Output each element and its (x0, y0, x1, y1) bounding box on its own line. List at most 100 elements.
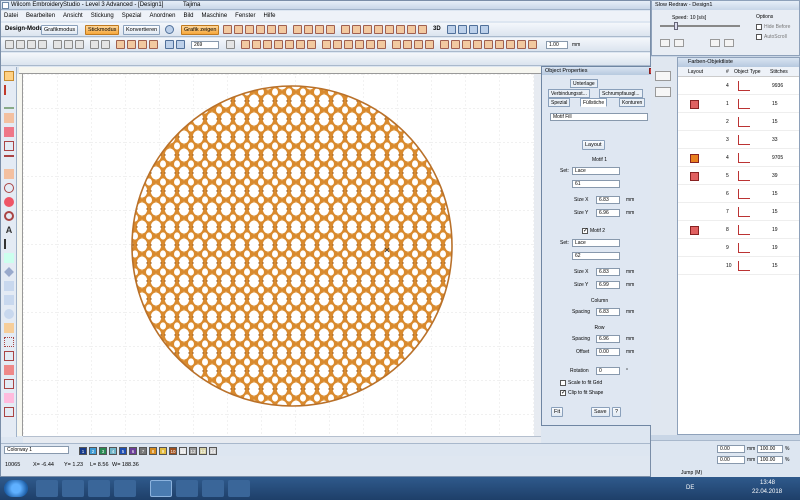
menu-spezial[interactable]: Spezial (122, 13, 142, 19)
measure-icon[interactable] (226, 40, 235, 49)
new-icon[interactable] (5, 40, 14, 49)
pos-x-field[interactable]: 0.00 (717, 445, 745, 453)
help-button[interactable]: ? (612, 407, 622, 417)
fill-type-select[interactable]: Motif Fill (550, 113, 648, 121)
fill-icon-25[interactable] (517, 40, 526, 49)
layout-button[interactable]: Layout (582, 140, 605, 150)
tool-icon-16[interactable] (396, 25, 405, 34)
list-item[interactable]: 2 15 (678, 114, 799, 131)
taskbar-app-wilcom-icon[interactable] (150, 480, 172, 497)
list-item[interactable]: 7 15 (678, 204, 799, 221)
fill-icon-3[interactable] (263, 40, 272, 49)
hide-before-checkbox[interactable] (756, 24, 762, 30)
lace-motif-fill[interactable] (132, 86, 452, 406)
tool-icon-15[interactable] (385, 25, 394, 34)
list-item[interactable]: 5 39 (678, 168, 799, 185)
monogram-icon[interactable] (4, 239, 14, 249)
tab-unterlage[interactable]: Unterlage (570, 79, 598, 88)
color-swatch[interactable]: 7 (139, 447, 147, 455)
fill-icon-13[interactable] (377, 40, 386, 49)
list-item[interactable]: 4 9936 (678, 78, 799, 95)
motif1-set-select[interactable]: Lace (572, 167, 620, 175)
motif1-sizex-field[interactable]: 6.83 (596, 196, 620, 204)
fill-icon-10[interactable] (344, 40, 353, 49)
color-swatch[interactable]: 12 (189, 447, 197, 455)
menu-fenster[interactable]: Fenster (235, 13, 255, 19)
step-forward-button[interactable] (724, 39, 734, 47)
layers-icon[interactable] (4, 393, 14, 403)
color-swatch[interactable]: 1 (79, 447, 87, 455)
tool-icon-4[interactable] (256, 25, 265, 34)
fill-icon-15[interactable] (403, 40, 412, 49)
tool-icon-9[interactable] (315, 25, 324, 34)
cut-icon[interactable] (53, 40, 62, 49)
color-swatch[interactable]: 5 (119, 447, 127, 455)
grid-tool-icon[interactable] (4, 351, 14, 361)
reshape-icon[interactable] (4, 85, 14, 95)
list-item[interactable]: 8 19 (678, 222, 799, 239)
branch-icon[interactable] (4, 407, 14, 417)
zoom-out-icon[interactable] (176, 40, 185, 49)
menu-stickung[interactable]: Stickung (91, 13, 114, 19)
play-button[interactable] (660, 39, 670, 47)
tool-icon-5[interactable] (267, 25, 276, 34)
tool-icon-7[interactable] (293, 25, 302, 34)
color-swatch[interactable]: 3 (99, 447, 107, 455)
fill-icon-16[interactable] (414, 40, 423, 49)
size-field[interactable]: 1.00 (546, 41, 568, 49)
color-swatch[interactable]: 8 (149, 447, 157, 455)
fill-icon-11[interactable] (355, 40, 364, 49)
tab-fuellstiche[interactable]: Füllstiche (580, 98, 608, 107)
taskbar-app-ie-icon[interactable] (36, 480, 58, 497)
tab-spezial[interactable]: Spezial (548, 98, 571, 107)
fill-icon-20[interactable] (462, 40, 471, 49)
complex-fill-icon[interactable] (4, 141, 14, 151)
color-swatch[interactable]: 10 (169, 447, 177, 455)
machine-tab[interactable]: Tajima (183, 2, 200, 8)
menu-maschine[interactable]: Maschine (201, 13, 227, 19)
fill-icon-2[interactable] (252, 40, 261, 49)
oval-tool-icon[interactable] (4, 309, 14, 319)
motif1-sizey-field[interactable]: 6.96 (596, 209, 620, 217)
docker-icon-1[interactable] (655, 71, 671, 81)
lettering-icon[interactable]: A (4, 225, 14, 235)
fill-icon-8[interactable] (322, 40, 331, 49)
knife-icon[interactable] (4, 99, 14, 109)
clip-to-shape-checkbox[interactable] (560, 389, 566, 396)
stop-button[interactable] (674, 39, 684, 47)
docker-icon-2[interactable] (655, 87, 671, 97)
circle-tool-icon[interactable] (4, 183, 14, 193)
color-swatch[interactable]: 13 (199, 447, 207, 455)
stickmodus-button[interactable]: Stickmodus (85, 25, 120, 35)
menu-hilfe[interactable]: Hilfe (264, 13, 276, 19)
motif2-sizey-field[interactable]: 6.99 (596, 281, 620, 289)
pan-icon[interactable] (4, 281, 14, 291)
rotation-field[interactable]: 0 (596, 367, 620, 375)
taskbar-app-explorer-icon[interactable] (62, 480, 84, 497)
color-swatch[interactable]: 14 (209, 447, 217, 455)
tool-icon-2[interactable] (234, 25, 243, 34)
clock-date[interactable]: 22.04.2018 (752, 489, 782, 495)
ring-tool-icon[interactable] (4, 211, 14, 221)
tool-icon-12[interactable] (352, 25, 361, 34)
column-icon[interactable] (4, 127, 14, 137)
step-back-button[interactable] (710, 39, 720, 47)
stitch-icon-3[interactable] (138, 40, 147, 49)
fill-icon-4[interactable] (274, 40, 283, 49)
autoscroll-checkbox[interactable] (756, 34, 762, 40)
taskbar-app-5-icon[interactable] (176, 480, 198, 497)
speed-slider-thumb[interactable] (674, 22, 678, 30)
list-item[interactable]: 4 9705 (678, 150, 799, 167)
tool-icon-3[interactable] (245, 25, 254, 34)
taskbar-app-7-icon[interactable] (228, 480, 250, 497)
ellipse-tool-icon[interactable] (4, 197, 14, 207)
row-offset-field[interactable]: 0.00 (596, 348, 620, 356)
print-icon[interactable] (38, 40, 47, 49)
tool-icon-13[interactable] (363, 25, 372, 34)
fill-icon-18[interactable] (440, 40, 449, 49)
column-spacing-field[interactable]: 6.83 (596, 308, 620, 316)
fill-icon-23[interactable] (495, 40, 504, 49)
copy-icon[interactable] (64, 40, 73, 49)
3d-button[interactable]: 3D (433, 26, 441, 32)
scale-x-field[interactable]: 100.00 (757, 445, 783, 453)
